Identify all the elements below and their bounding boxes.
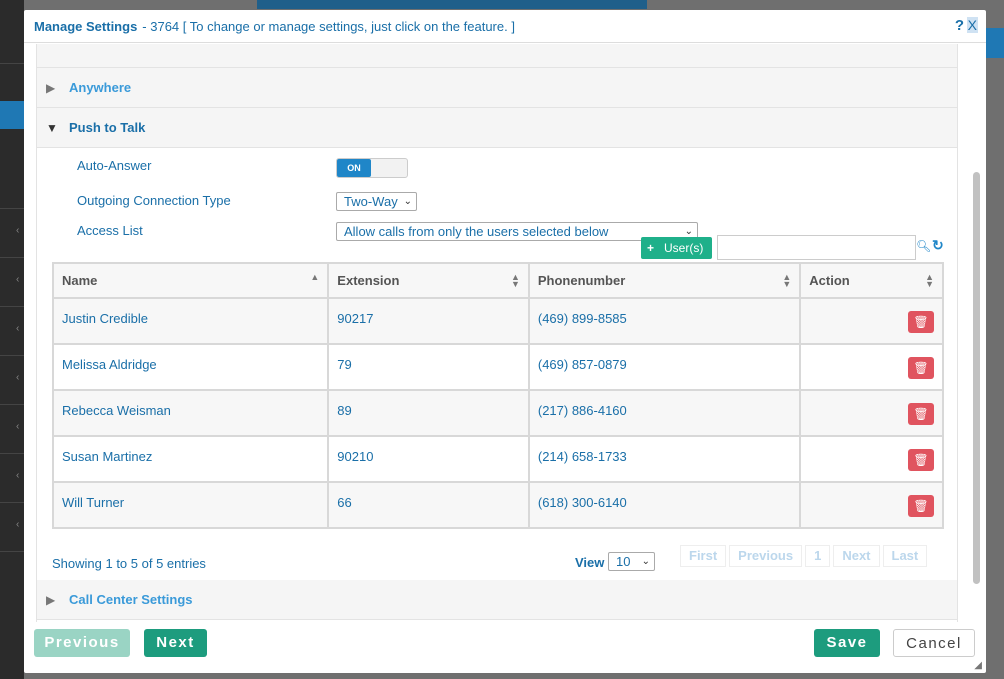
cancel-button[interactable]: Cancel — [893, 629, 975, 657]
access-list-label: Access List — [77, 223, 143, 238]
settings-panel: ▶ Anywhere ▼ Push to Talk Auto-Answer ON… — [36, 44, 958, 622]
caret-right-icon: ▶ — [46, 592, 56, 607]
toggle-on-label: ON — [337, 159, 371, 177]
background-sidebar: ‹ ‹ ‹ ‹ ‹ ‹ ‹ — [0, 0, 24, 679]
trash-icon[interactable]: 🗑︎ — [908, 403, 934, 425]
cell-extension: 90210 — [327, 435, 530, 483]
column-header-name[interactable]: Name ▲ — [51, 262, 330, 299]
section-label: Call Center Settings — [69, 592, 193, 607]
page-previous-button[interactable]: Previous — [729, 545, 803, 567]
modal-subtitle: - 3764 [ To change or manage settings, j… — [142, 18, 515, 34]
background-accent — [986, 28, 1004, 58]
cell-name: Will Turner — [51, 481, 330, 529]
background-topbar — [257, 0, 647, 9]
connection-type-label: Outgoing Connection Type — [77, 193, 231, 208]
table-row: Will Turner 66 (618) 300-6140 🗑︎ — [51, 481, 944, 529]
push-to-talk-body: Auto-Answer ON Outgoing Connection Type … — [37, 148, 957, 580]
chevron-down-icon: ⌄ — [641, 556, 650, 567]
cell-phone: (217) 886-4160 — [527, 389, 802, 437]
sort-asc-icon: ▲ — [310, 272, 320, 282]
table-header-row: Name ▲ Extension ▲ ▼ Phonenumber ▲ ▼ Action ▲ ▼ — [51, 262, 944, 299]
cell-extension: 66 — [327, 481, 530, 529]
table-row: Justin Credible 90217 (469) 899-8585 🗑︎ — [51, 297, 944, 345]
view-label: View — [575, 555, 605, 570]
page-first-button[interactable]: First — [680, 545, 727, 567]
connection-type-select[interactable]: Two-Way ⌄ — [336, 192, 417, 211]
section-divider — [37, 44, 957, 68]
section-label: Push to Talk — [69, 120, 146, 135]
caret-right-icon: ▶ — [46, 80, 56, 95]
column-header-action[interactable]: Action ▲ ▼ — [799, 262, 944, 299]
sort-icon: ▲ ▼ — [782, 272, 792, 289]
cell-extension: 90217 — [327, 297, 530, 345]
next-button[interactable]: Next — [144, 629, 207, 657]
save-button[interactable]: Save — [814, 629, 880, 657]
modal-footer: Previous Next Save Cancel ◢ — [24, 622, 986, 673]
close-icon[interactable]: X — [966, 17, 978, 33]
previous-button[interactable]: Previous — [34, 629, 130, 657]
connection-type-value: Two-Way — [344, 194, 398, 209]
trash-icon[interactable]: 🗑︎ — [908, 357, 934, 379]
auto-answer-label: Auto-Answer — [77, 158, 152, 173]
auto-answer-toggle[interactable]: ON — [336, 158, 408, 178]
refresh-icon[interactable]: ↻ — [932, 237, 944, 254]
entries-info: Showing 1 to 5 of 5 entries — [52, 556, 206, 571]
page-size-value: 10 — [616, 554, 631, 569]
sort-icon: ▲ ▼ — [510, 272, 520, 289]
table-row: Melissa Aldridge 79 (469) 857-0879 🗑︎ — [51, 343, 944, 391]
users-table: Name ▲ Extension ▲ ▼ Phonenumber ▲ ▼ Action ▲ ▼… — [51, 262, 944, 529]
page-size-select[interactable]: 10 ⌄ — [608, 552, 655, 571]
search-icon[interactable]: 🔍︎ — [916, 239, 931, 253]
column-header-extension[interactable]: Extension ▲ ▼ — [327, 262, 530, 299]
cell-action: 🗑︎ — [799, 435, 944, 483]
page-next-button[interactable]: Next — [833, 545, 880, 567]
help-icon[interactable]: ? — [955, 17, 964, 34]
page-last-button[interactable]: Last — [882, 545, 928, 567]
cell-action: 🗑︎ — [799, 297, 944, 345]
column-header-phonenumber[interactable]: Phonenumber ▲ ▼ — [527, 262, 802, 299]
table-row: Susan Martinez 90210 (214) 658-1733 🗑︎ — [51, 435, 944, 483]
trash-icon[interactable]: 🗑︎ — [908, 495, 934, 517]
table-row: Rebecca Weisman 89 (217) 886-4160 🗑︎ — [51, 389, 944, 437]
manage-settings-modal: Manage Settings - 3764 [ To change or ma… — [24, 10, 986, 673]
cell-phone: (214) 658-1733 — [527, 435, 802, 483]
trash-icon[interactable]: 🗑︎ — [908, 449, 934, 471]
page-number-button[interactable]: 1 — [805, 545, 831, 567]
modal-title: Manage Settings — [34, 18, 138, 34]
caret-down-icon: ▼ — [46, 120, 58, 135]
section-anywhere[interactable]: ▶ Anywhere — [37, 68, 957, 108]
section-push-to-talk[interactable]: ▼ Push to Talk — [37, 108, 957, 148]
cell-action: 🗑︎ — [799, 389, 944, 437]
cell-phone: (618) 300-6140 — [527, 481, 802, 529]
cell-phone: (469) 857-0879 — [527, 343, 802, 391]
access-list-value: Allow calls from only the users selected… — [344, 224, 609, 239]
cell-name: Melissa Aldridge — [51, 343, 330, 391]
add-user-label: User(s) — [664, 241, 704, 255]
chevron-down-icon: ⌄ — [403, 196, 412, 207]
pagination: First Previous 1 Next Last — [680, 545, 928, 567]
cell-name: Rebecca Weisman — [51, 389, 330, 437]
trash-icon[interactable]: 🗑︎ — [908, 311, 934, 333]
search-input[interactable] — [717, 235, 916, 260]
scrollbar[interactable] — [970, 44, 982, 622]
resize-handle-icon[interactable]: ◢ — [974, 660, 982, 671]
cell-phone: (469) 899-8585 — [527, 297, 802, 345]
cell-name: Susan Martinez — [51, 435, 330, 483]
cell-action: 🗑︎ — [799, 481, 944, 529]
cell-name: Justin Credible — [51, 297, 330, 345]
sort-icon: ▲ ▼ — [925, 272, 934, 289]
cell-extension: 89 — [327, 389, 530, 437]
cell-extension: 79 — [327, 343, 530, 391]
section-label: Anywhere — [69, 80, 132, 95]
modal-header: Manage Settings - 3764 [ To change or ma… — [24, 10, 986, 43]
cell-action: 🗑︎ — [799, 343, 944, 391]
plus-icon: + — [647, 241, 655, 255]
section-call-center[interactable]: ▶ Call Center Settings — [37, 580, 957, 620]
scrollbar-thumb[interactable] — [973, 172, 980, 584]
add-user-button[interactable]: + User(s) — [641, 237, 712, 259]
